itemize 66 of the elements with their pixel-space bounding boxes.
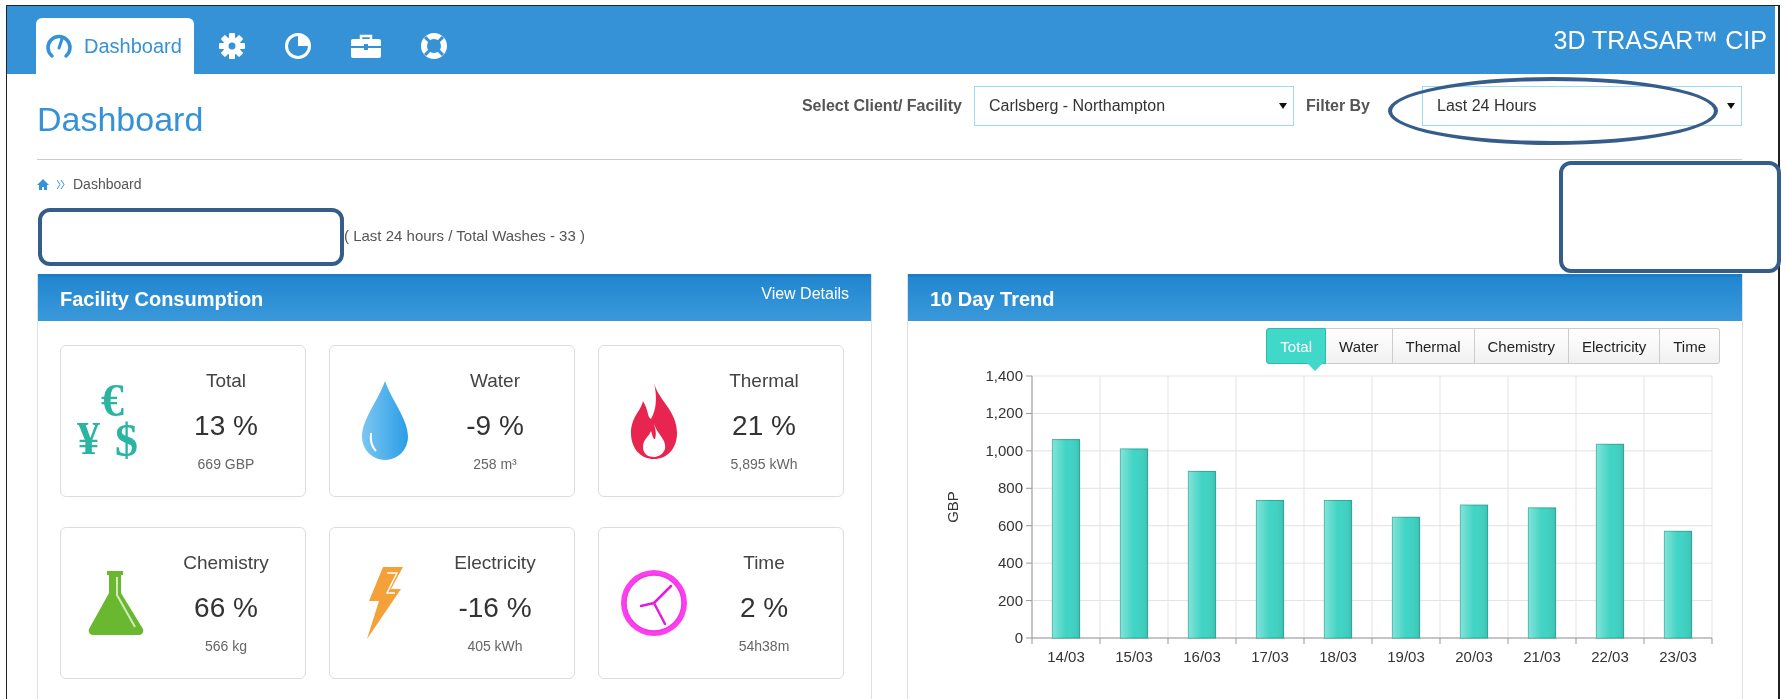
metric-amount: 54h38m	[738, 638, 790, 654]
briefcase-icon	[349, 32, 382, 60]
field-label: Select Client/ Facility	[801, 97, 962, 115]
app-title: 3D TRASAR™ CIP	[1553, 25, 1767, 55]
filter-select[interactable]: Last 24 Hours	[1422, 86, 1742, 126]
pie-chart-icon	[283, 32, 312, 60]
y-tick-label: 200	[997, 591, 1023, 609]
panel-title: 10 Day Trend	[930, 287, 1055, 311]
metric-label: Total	[205, 370, 247, 392]
metric-label: Thermal	[729, 370, 799, 392]
x-tick-label: 18/03	[1319, 648, 1357, 664]
field-label: Filter By	[1306, 97, 1370, 115]
flask-icon	[87, 571, 145, 635]
x-tick-label: 16/03	[1183, 648, 1221, 664]
chart-tab[interactable]: Water	[1326, 328, 1393, 364]
breadcrumb-link[interactable]: Dashboard	[73, 176, 142, 192]
metric-value: 21 %	[732, 410, 796, 442]
y-axis-title: GBP	[944, 491, 961, 523]
x-tick-label: 14/03	[1047, 648, 1085, 664]
currency-icon: € ¥ $	[77, 378, 155, 464]
metric-label: Electricity	[454, 552, 536, 574]
view-details-link[interactable]: View Details	[761, 285, 849, 303]
metric-amount: 405 kWh	[467, 638, 523, 654]
y-tick-label: 1,200	[985, 404, 1023, 422]
x-tick-label: 22/03	[1591, 648, 1629, 664]
x-tick-label: 15/03	[1115, 648, 1153, 664]
metric-amount: 669 GBP	[197, 456, 255, 472]
metric-label: Chemistry	[183, 552, 269, 574]
caret-icon	[1279, 103, 1287, 109]
flame-icon	[629, 383, 679, 459]
x-tick-label: 19/03	[1387, 648, 1425, 664]
chevron-icon	[57, 179, 65, 189]
metric-value: 2 %	[739, 592, 789, 624]
y-tick-label: 600	[997, 516, 1023, 534]
metric-value: 13 %	[194, 410, 258, 442]
x-tick-label: 23/03	[1659, 648, 1697, 664]
y-tick-label: 400	[997, 554, 1023, 572]
metric-label: Water	[470, 370, 520, 392]
clock-icon	[619, 568, 689, 638]
metric-amount: 5,895 kWh	[730, 456, 798, 472]
metric-value: 66 %	[194, 592, 258, 624]
x-tick-label: 21/03	[1523, 648, 1561, 664]
chart-tab[interactable]: Electricity	[1569, 328, 1661, 364]
y-tick-label: 0	[1014, 629, 1023, 646]
chart-tab[interactable]: Chemistry	[1474, 328, 1570, 364]
client-select[interactable]: Carlsberg - Northampton	[974, 86, 1294, 126]
x-tick-label: 17/03	[1251, 648, 1289, 664]
y-tick-label: 1,400	[985, 367, 1023, 384]
metric-amount: 566 kg	[204, 638, 247, 654]
summary-text: ( Last 24 hours / Total Washes - 33 )	[344, 227, 585, 244]
page-title: Dashboard	[37, 100, 204, 139]
metric-amount: 258 m³	[473, 456, 517, 472]
panel-title: Facility Consumption	[60, 287, 264, 311]
metric-label: Time	[743, 552, 785, 574]
metric-value: -16 %	[458, 592, 532, 624]
caret-icon	[1727, 103, 1735, 109]
x-tick-label: 20/03	[1455, 648, 1493, 664]
settings-icon	[217, 32, 246, 60]
y-tick-label: 800	[997, 479, 1023, 497]
metric-value: -9 %	[466, 410, 524, 442]
water-drop-icon	[362, 381, 408, 461]
chart-tab[interactable]: Thermal	[1392, 328, 1475, 364]
chart-tab[interactable]: Time	[1660, 328, 1720, 364]
y-tick-label: 1,000	[985, 441, 1023, 459]
home-icon	[37, 178, 49, 190]
lifebuoy-icon	[419, 32, 448, 60]
